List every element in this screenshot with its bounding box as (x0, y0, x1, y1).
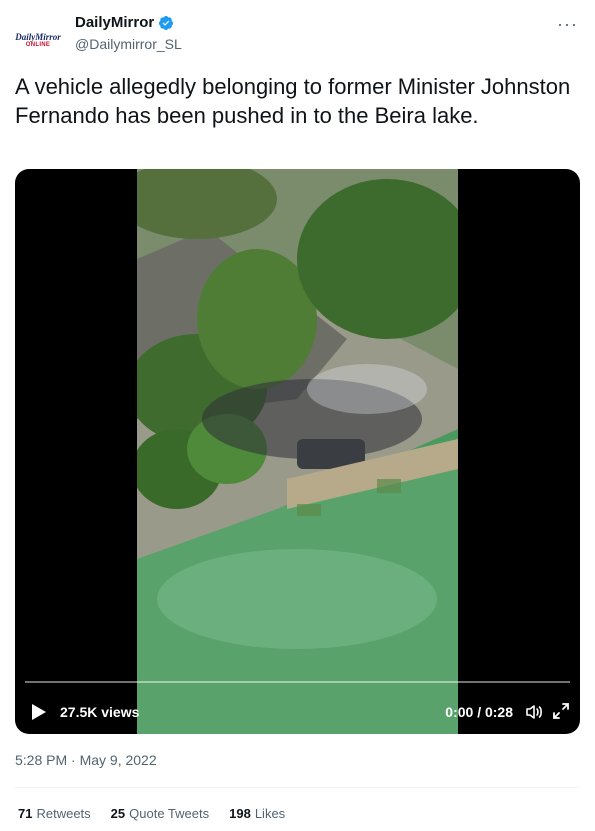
retweets-stat[interactable]: 71 Retweets (18, 806, 91, 821)
tweet-text: A vehicle allegedly belonging to former … (15, 74, 571, 128)
account-name[interactable]: DailyMirror (75, 14, 154, 31)
play-icon[interactable] (31, 703, 47, 721)
tweet-header: DailyMirror ONLINE DailyMirror @Dailymir… (15, 12, 580, 64)
video-progress-bar[interactable] (25, 681, 570, 683)
retweets-count: 71 (18, 806, 33, 821)
account-handle[interactable]: @Dailymirror_SL (75, 36, 182, 52)
view-count: 27.5K views (60, 704, 140, 720)
likes-count: 198 (229, 806, 251, 821)
quote-tweets-stat[interactable]: 25 Quote Tweets (111, 806, 209, 821)
video-still-image (137, 169, 458, 734)
logo-text: DailyMirror (15, 32, 61, 42)
likes-stat[interactable]: 198 Likes (229, 806, 285, 821)
engagement-stats: 71 Retweets 25 Quote Tweets 198 Likes (18, 806, 285, 821)
video-frame (137, 169, 458, 734)
volume-icon[interactable] (524, 702, 544, 722)
video-time: 0:00 / 0:28 (445, 704, 513, 720)
quote-tweets-label: Quote Tweets (129, 806, 210, 821)
video-controls: 27.5K views 0:00 / 0:28 (15, 689, 580, 734)
likes-label: Likes (254, 806, 286, 821)
fullscreen-icon[interactable] (552, 702, 570, 720)
video-player[interactable]: 27.5K views 0:00 / 0:28 (15, 169, 580, 734)
verified-badge-icon (159, 15, 174, 30)
more-options-icon[interactable]: ··· (557, 14, 578, 35)
retweets-label: Retweets (36, 806, 91, 821)
tweet-timestamp[interactable]: 5:28 PM · May 9, 2022 (15, 752, 157, 768)
divider (15, 787, 580, 788)
name-row: DailyMirror (75, 14, 174, 31)
quote-tweets-count: 25 (110, 806, 126, 821)
logo-subtext: ONLINE (25, 42, 51, 48)
avatar[interactable]: DailyMirror ONLINE (15, 18, 61, 64)
